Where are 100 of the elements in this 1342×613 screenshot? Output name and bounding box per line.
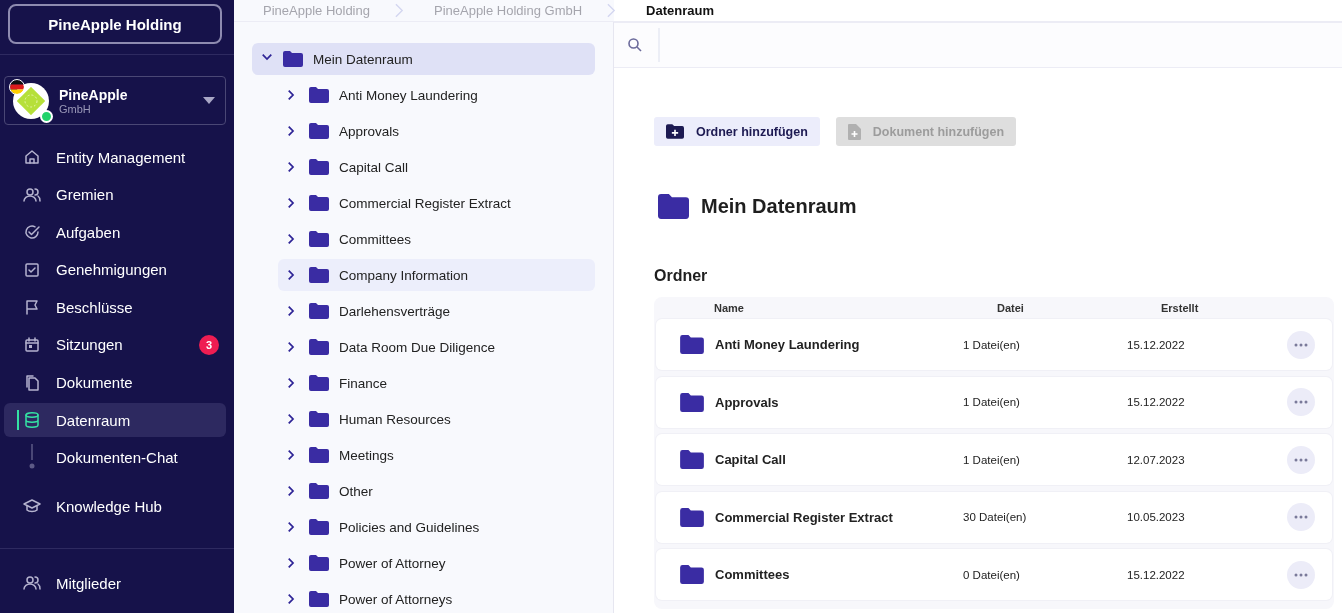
tree-item[interactable]: Finance bbox=[278, 367, 595, 399]
ellipsis-icon bbox=[1294, 572, 1308, 577]
folder-icon bbox=[283, 51, 303, 67]
tree-item[interactable]: Data Room Due Diligence bbox=[278, 331, 595, 363]
documents-icon bbox=[23, 373, 41, 392]
nav-item[interactable]: Aufgaben bbox=[4, 215, 226, 250]
file-count: 1 Datei(en) bbox=[963, 453, 1021, 466]
folder-name: Commercial Register Extract bbox=[714, 509, 894, 525]
created-date: 15.12.2022 bbox=[1127, 396, 1186, 409]
folder-name: Anti Money Laundering bbox=[714, 337, 861, 352]
folder-icon bbox=[309, 159, 329, 175]
table-row[interactable]: Capital Call 1 Datei(en) 12.07.2023 bbox=[656, 434, 1332, 486]
ellipsis-icon bbox=[1294, 342, 1308, 347]
file-count: 0 Datei(en) bbox=[963, 568, 1021, 581]
tree-item[interactable]: Anti Money Laundering bbox=[278, 79, 595, 111]
tree-item[interactable]: Approvals bbox=[278, 115, 595, 147]
tree-item[interactable]: Committees bbox=[278, 223, 595, 255]
created-date: 10.05.2023 bbox=[1127, 511, 1186, 524]
tree-item[interactable]: Capital Call bbox=[278, 151, 595, 183]
flag-icon bbox=[23, 298, 41, 317]
folder-icon bbox=[309, 555, 329, 571]
page-title: Mein Datenraum bbox=[701, 195, 857, 218]
count-badge: 3 bbox=[199, 334, 219, 355]
nav-item[interactable]: Knowledge Hub bbox=[4, 489, 226, 524]
file-count: 1 Datei(en) bbox=[963, 396, 1021, 409]
tree-item[interactable]: Darlehensverträge bbox=[278, 295, 595, 327]
folder-icon bbox=[309, 591, 329, 607]
folder-icon bbox=[658, 194, 689, 219]
breadcrumb-chevron-icon bbox=[607, 3, 617, 18]
nav-item[interactable]: Mitglieder bbox=[4, 566, 226, 601]
folder-icon bbox=[309, 411, 329, 427]
folder-name: Capital Call bbox=[714, 452, 787, 468]
status-dot bbox=[40, 109, 53, 123]
people-icon bbox=[23, 185, 41, 204]
created-date: 15.12.2022 bbox=[1127, 568, 1186, 581]
table-row[interactable]: Approvals 1 Datei(en) 15.12.2022 bbox=[656, 376, 1332, 428]
add-folder-icon bbox=[666, 124, 684, 139]
search-icon bbox=[628, 38, 642, 52]
tree-item[interactable]: Meetings bbox=[278, 439, 595, 471]
folder-icon bbox=[680, 565, 704, 585]
column-header: Datei bbox=[997, 302, 1025, 314]
file-count: 1 Datei(en) bbox=[963, 338, 1021, 351]
calendar-icon bbox=[23, 335, 41, 354]
tree-item[interactable]: Other bbox=[278, 475, 595, 507]
tree-item[interactable]: Commercial Register Extract bbox=[278, 187, 595, 219]
add-document-icon bbox=[847, 123, 861, 140]
folder-icon bbox=[309, 339, 329, 355]
nav-item[interactable]: Sitzungen 3 bbox=[4, 327, 226, 362]
column-header: Name bbox=[714, 302, 745, 314]
check-circle-icon bbox=[23, 223, 41, 242]
dropdown-caret-icon bbox=[203, 97, 215, 104]
workspace-button[interactable]: PineApple Holding bbox=[8, 4, 222, 44]
entity-name: PineApple bbox=[59, 86, 129, 103]
folder-icon bbox=[309, 123, 329, 139]
breadcrumb-chevron-icon bbox=[394, 3, 404, 18]
folder-icon bbox=[309, 447, 329, 463]
section-heading: Ordner bbox=[654, 267, 709, 285]
people-icon bbox=[23, 574, 41, 593]
add-folder-button[interactable]: Ordner hinzufügen bbox=[654, 117, 820, 146]
nav-item[interactable]: Beschlüsse bbox=[4, 290, 226, 325]
ellipsis-icon bbox=[1294, 515, 1308, 520]
folder-name: Committees bbox=[714, 567, 791, 583]
entity-type: GmbH bbox=[59, 102, 91, 115]
home-icon bbox=[23, 148, 41, 166]
ellipsis-icon bbox=[1294, 400, 1308, 405]
ellipsis-icon bbox=[1294, 457, 1308, 462]
folder-icon bbox=[680, 450, 704, 470]
tree-item[interactable]: Power of Attorney bbox=[278, 547, 595, 579]
breadcrumb-link[interactable]: Datenraum bbox=[646, 3, 715, 18]
folder-icon bbox=[309, 303, 329, 319]
folder-icon bbox=[309, 87, 329, 103]
tree-item[interactable]: Power of Attorneys bbox=[278, 583, 595, 613]
search-field[interactable] bbox=[614, 22, 1342, 68]
folder-icon bbox=[309, 231, 329, 247]
checkbox-icon bbox=[23, 260, 41, 279]
nav-item[interactable]: Entity Management bbox=[4, 140, 226, 174]
germany-flag-icon bbox=[9, 78, 25, 95]
folder-icon bbox=[309, 195, 329, 211]
entity-selector[interactable]: PineApple GmbH bbox=[4, 76, 226, 125]
tree-item[interactable]: Human Resources bbox=[278, 403, 595, 435]
folder-icon bbox=[680, 335, 704, 354]
nav-item[interactable]: Dokumenten-Chat bbox=[4, 440, 226, 475]
nav-item[interactable]: Genehmigungen bbox=[4, 252, 226, 287]
column-header: Erstellt bbox=[1161, 302, 1200, 314]
table-row[interactable]: Commercial Register Extract 30 Datei(en) 10.05.2023 bbox=[656, 491, 1332, 543]
folder-icon bbox=[309, 519, 329, 535]
table-row[interactable]: Anti Money Laundering 1 Datei(en) 15.12.2022 bbox=[656, 319, 1332, 370]
tree-item[interactable]: Mein Datenraum bbox=[252, 43, 595, 75]
nav-item[interactable]: Dokumente bbox=[4, 365, 226, 400]
table-row[interactable]: Committees 0 Datei(en) 15.12.2022 bbox=[656, 549, 1332, 601]
folder-icon bbox=[680, 507, 704, 527]
tree-item[interactable]: Company Information bbox=[278, 259, 595, 291]
nav-item[interactable]: Datenraum bbox=[4, 403, 226, 438]
nav-item[interactable]: Gremien bbox=[4, 177, 226, 212]
folder-icon bbox=[309, 483, 329, 499]
database-icon bbox=[23, 411, 41, 430]
folder-icon bbox=[309, 375, 329, 391]
folder-name: Approvals bbox=[714, 394, 780, 410]
folder-icon bbox=[680, 392, 704, 412]
tree-item[interactable]: Policies and Guidelines bbox=[278, 511, 595, 543]
